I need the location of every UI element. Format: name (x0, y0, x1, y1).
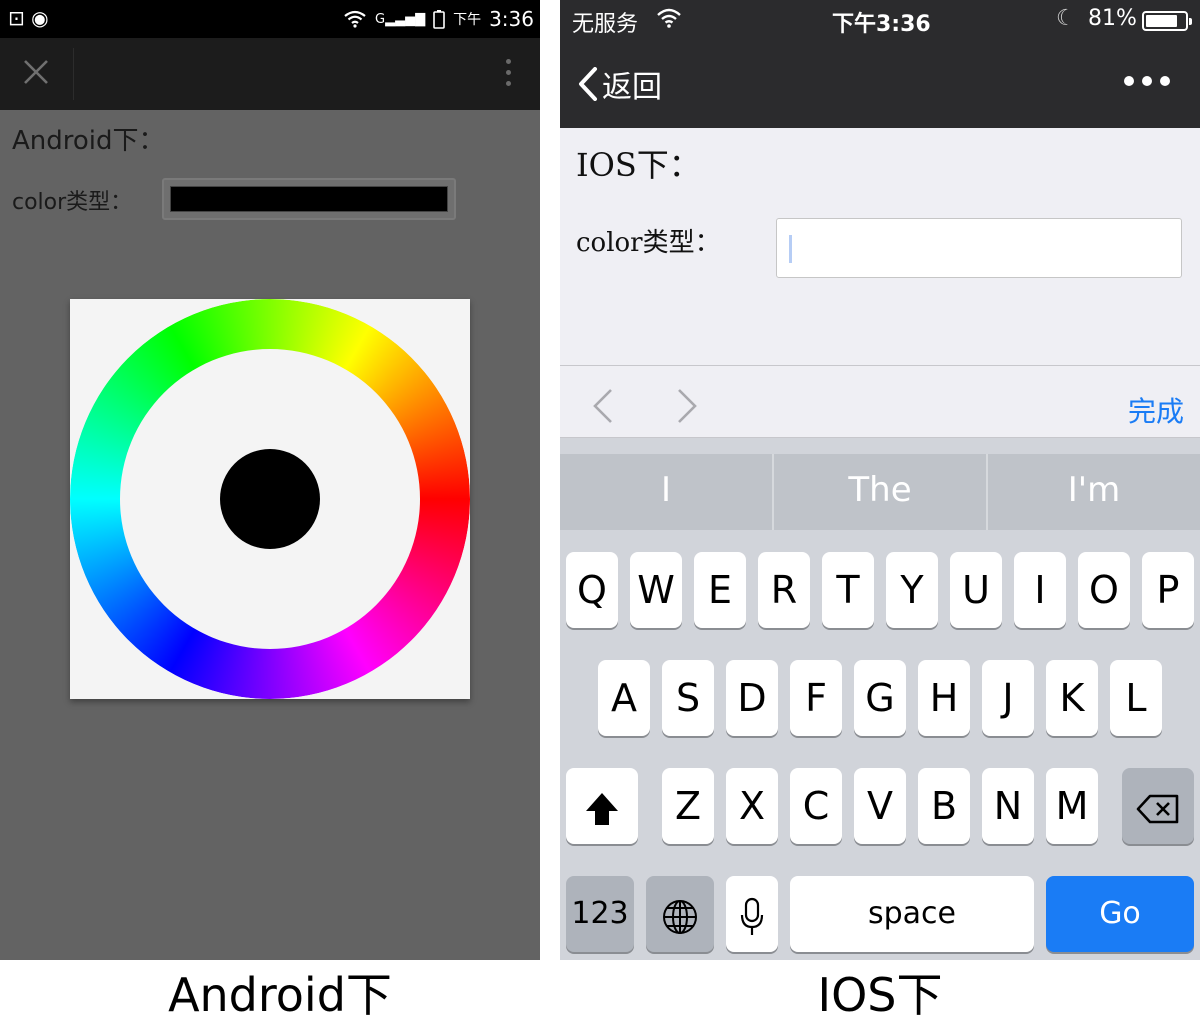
moon-icon: ☾ (1056, 6, 1076, 31)
key-s[interactable]: S (662, 660, 714, 736)
chevron-left-icon (579, 67, 597, 101)
key-g[interactable]: G (854, 660, 906, 736)
dictation-key[interactable] (726, 876, 778, 952)
key-v[interactable]: V (854, 768, 906, 844)
back-button[interactable]: 返回 (578, 62, 662, 106)
ios-status-bar: 无服务 下午3:36 ☾ 81% (560, 0, 1200, 40)
close-button[interactable] (14, 52, 58, 96)
keyboard-accessory-bar: 完成 (560, 366, 1200, 438)
screenshot-icon: ⊡ (8, 6, 25, 30)
key-q[interactable]: Q (566, 552, 618, 628)
android-status-left-icons: ⊡ ◉ (8, 6, 49, 30)
ios-screen: 无服务 下午3:36 ☾ 81% 返回 IOS下： color类型： 完成 I … (560, 0, 1200, 960)
selected-color-circle[interactable] (220, 449, 320, 549)
previous-field-button[interactable] (592, 388, 614, 424)
android-screen: ⊡ ◉ G▂▃▅▇ 下午 3:36 Android下： color类型： (0, 0, 540, 960)
wifi-icon (344, 10, 366, 28)
key-m[interactable]: M (1046, 768, 1098, 844)
color-picker-dialog[interactable] (70, 299, 470, 699)
done-button[interactable]: 完成 (1128, 390, 1184, 430)
suggestion-item[interactable]: I'm (988, 454, 1200, 530)
ios-clock: 下午3:36 (832, 12, 931, 37)
key-n[interactable]: N (982, 768, 1034, 844)
back-label: 返回 (602, 70, 662, 105)
key-t[interactable]: T (822, 552, 874, 628)
carrier-label: 无服务 (572, 12, 639, 37)
toolbar-divider (73, 48, 74, 100)
numbers-key[interactable]: 123 (566, 876, 634, 952)
key-f[interactable]: F (790, 660, 842, 736)
key-a[interactable]: A (598, 660, 650, 736)
android-status-bar: ⊡ ◉ G▂▃▅▇ 下午 3:36 (0, 0, 540, 38)
close-icon (24, 60, 48, 84)
key-r[interactable]: R (758, 552, 810, 628)
color-wheel[interactable] (70, 299, 470, 699)
key-b[interactable]: B (918, 768, 970, 844)
key-x[interactable]: X (726, 768, 778, 844)
battery-icon (433, 10, 445, 29)
predictive-bar: I The I'm (560, 454, 1200, 530)
key-u[interactable]: U (950, 552, 1002, 628)
notification-icon: ◉ (31, 6, 49, 30)
delete-key[interactable] (1122, 768, 1194, 844)
battery-percent: 81% (1088, 6, 1137, 31)
ios-caption: IOS下 (817, 968, 943, 1022)
globe-icon (663, 899, 697, 934)
ios-keyboard: Q W E R T Y U I O P A S D F G H J K L Z … (560, 530, 1200, 960)
shift-key[interactable] (566, 768, 638, 844)
key-c[interactable]: C (790, 768, 842, 844)
ios-heading: IOS下： (576, 146, 701, 184)
shift-arrow-icon (586, 792, 618, 825)
suggestion-item[interactable]: I (560, 454, 774, 530)
android-color-input[interactable] (162, 178, 456, 220)
android-color-label: color类型： (12, 190, 133, 215)
key-w[interactable]: W (630, 552, 682, 628)
key-k[interactable]: K (1046, 660, 1098, 736)
android-heading: Android下： (12, 126, 165, 156)
android-ampm: 下午 (453, 12, 482, 28)
key-h[interactable]: H (918, 660, 970, 736)
more-vertical-icon (502, 59, 514, 86)
ios-page-content: IOS下： color类型： (560, 128, 1200, 366)
ios-color-label: color类型： (576, 228, 721, 258)
color-swatch (170, 186, 448, 212)
go-key[interactable]: Go (1046, 876, 1194, 952)
more-button[interactable] (1124, 76, 1170, 86)
key-i[interactable]: I (1014, 552, 1066, 628)
globe-key[interactable] (646, 876, 714, 952)
key-z[interactable]: Z (662, 768, 714, 844)
key-l[interactable]: L (1110, 660, 1162, 736)
key-y[interactable]: Y (886, 552, 938, 628)
next-field-button[interactable] (676, 388, 698, 424)
key-e[interactable]: E (694, 552, 746, 628)
key-d[interactable]: D (726, 660, 778, 736)
ios-nav-bar: 返回 (560, 40, 1200, 128)
space-key[interactable]: space (790, 876, 1034, 952)
android-status-right: G▂▃▅▇ 下午 3:36 (343, 7, 534, 31)
key-p[interactable]: P (1142, 552, 1194, 628)
ios-color-input[interactable] (776, 218, 1182, 278)
battery-icon (1142, 11, 1192, 31)
wifi-icon (657, 8, 681, 28)
microphone-icon (740, 897, 764, 935)
text-caret (789, 235, 792, 263)
signal-icon: G▂▃▅▇ (375, 11, 426, 27)
android-toolbar (0, 38, 540, 110)
more-horizontal-icon (1124, 76, 1170, 86)
key-j[interactable]: J (982, 660, 1034, 736)
key-o[interactable]: O (1078, 552, 1130, 628)
more-options-button[interactable] (502, 56, 514, 92)
backspace-icon (1136, 794, 1179, 823)
android-clock: 3:36 (489, 7, 534, 31)
signal-type: G (375, 11, 386, 27)
suggestion-item[interactable]: The (774, 454, 988, 530)
android-caption: Android下 (168, 968, 392, 1022)
